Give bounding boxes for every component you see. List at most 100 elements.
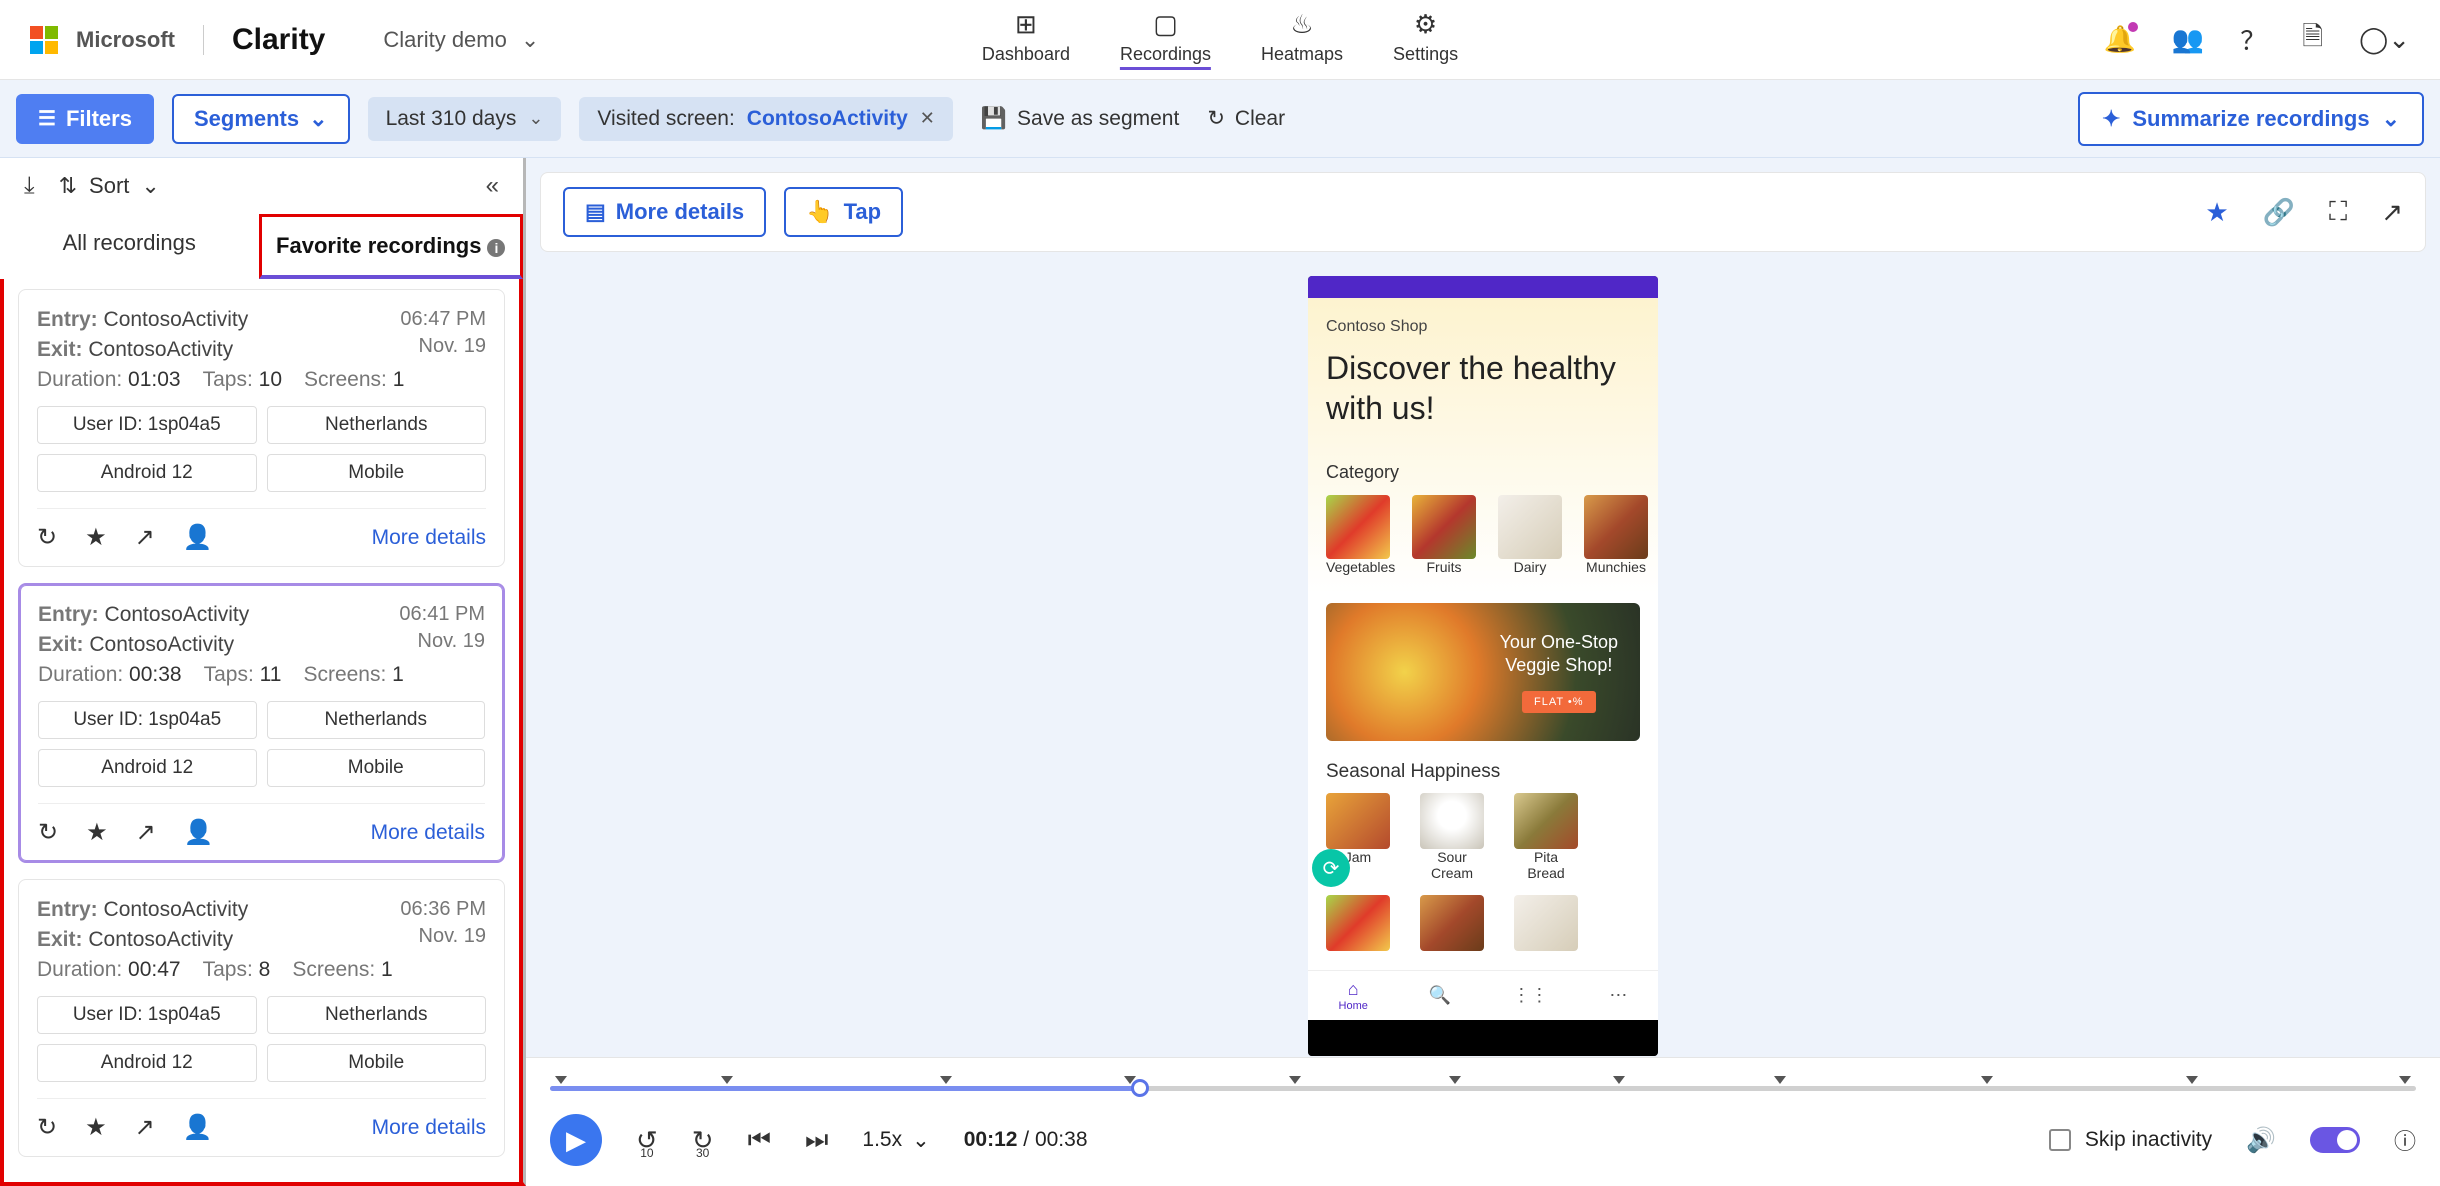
document-icon[interactable]: 🗎 [2302, 18, 2323, 62]
refresh-fab-icon: ⟳ [1312, 849, 1350, 887]
speed-selector[interactable]: 1.5x ⌄ [862, 1128, 929, 1153]
header-nav: ⊞ Dashboard ▢ Recordings ♨ Heatmaps ⚙ Se… [982, 9, 1458, 70]
previous-button[interactable]: ⏮ [748, 1124, 771, 1156]
nav-heatmaps-label: Heatmaps [1261, 44, 1343, 65]
more-details-link[interactable]: More details [372, 526, 486, 550]
tag-chip[interactable]: User ID: 1sp04a5 [37, 406, 257, 444]
nav-recordings[interactable]: ▢ Recordings [1120, 9, 1211, 70]
save-icon: 💾 [981, 107, 1007, 131]
tab-favorite-recordings[interactable]: Favorite recordingsi [259, 214, 524, 279]
timeline-marker [940, 1076, 952, 1084]
toggle-switch[interactable] [2310, 1127, 2360, 1153]
filters-button[interactable]: ☰ Filters [16, 94, 154, 144]
checkbox-icon[interactable] [2049, 1129, 2071, 1151]
star-icon[interactable]: ★ [86, 818, 108, 847]
rewind-button[interactable]: ↺10 [636, 1125, 658, 1156]
save-segment-button[interactable]: 💾 Save as segment [981, 107, 1179, 131]
help-icon[interactable]: ？ [2240, 21, 2266, 58]
timeline-knob[interactable] [1131, 1079, 1149, 1097]
recording-card[interactable]: Entry: ContosoActivity Exit: ContosoActi… [18, 879, 505, 1157]
product-image [1326, 793, 1390, 849]
header-left: Microsoft Clarity Clarity demo ⌄ [30, 23, 539, 57]
stats-line: Duration: 00:38 Taps: 11 Screens: 1 [38, 663, 485, 687]
more-details-link[interactable]: More details [371, 821, 485, 845]
tag-chip[interactable]: Android 12 [37, 1044, 257, 1082]
tap-button[interactable]: 👆 Tap [784, 187, 903, 237]
segments-button[interactable]: Segments ⌄ [172, 94, 350, 144]
people-icon[interactable]: 👥 [2172, 24, 2204, 55]
tab-all-recordings[interactable]: All recordings [0, 214, 259, 279]
share-icon[interactable]: ↗ [135, 1113, 155, 1142]
tag-chip[interactable]: User ID: 1sp04a5 [37, 996, 257, 1034]
timeline-marker [2399, 1076, 2411, 1084]
more-details-button[interactable]: ▤ More details [563, 187, 766, 237]
sort-button[interactable]: ⇅ Sort ⌄ [59, 173, 160, 199]
tag-chip[interactable]: Mobile [267, 454, 487, 492]
recording-card[interactable]: Entry: ContosoActivity Exit: ContosoActi… [18, 289, 505, 567]
tag-chip[interactable]: Android 12 [38, 749, 257, 787]
tag-chip[interactable]: Android 12 [37, 454, 257, 492]
timeline-marker [1774, 1076, 1786, 1084]
more-details-link[interactable]: More details [372, 1116, 486, 1140]
recording-card[interactable]: Entry: ContosoActivity Exit: ContosoActi… [18, 583, 505, 863]
link-icon[interactable]: 🔗 [2263, 197, 2295, 228]
skip-inactivity-control[interactable]: Skip inactivity [2049, 1128, 2212, 1152]
tag-chip[interactable]: Netherlands [267, 996, 487, 1034]
star-icon[interactable]: ★ [85, 523, 107, 552]
filters-label: Filters [66, 106, 132, 132]
nav-dashboard[interactable]: ⊞ Dashboard [982, 9, 1070, 70]
timestamp: 06:41 PMNov. 19 [399, 603, 485, 657]
recordings-list[interactable]: Entry: ContosoActivity Exit: ContosoActi… [0, 279, 523, 1182]
timeline[interactable] [550, 1072, 2416, 1102]
volume-icon[interactable]: 🔊 [2246, 1126, 2276, 1155]
user-icon[interactable]: 👤 [183, 1113, 213, 1142]
user-icon[interactable]: 👤 [184, 818, 214, 847]
nav-settings[interactable]: ⚙ Settings [1393, 9, 1458, 70]
seasonal-title: Seasonal Happiness [1326, 761, 1640, 783]
visited-screen-chip[interactable]: Visited screen: ContosoActivity ✕ [579, 97, 952, 141]
collapse-sidebar-icon[interactable]: « [486, 172, 499, 200]
banner-cta: FLAT •% [1522, 691, 1596, 713]
fire-icon: ♨ [1290, 9, 1313, 40]
share-icon[interactable]: ↗ [135, 523, 155, 552]
replay-icon[interactable]: ↻ [37, 1113, 57, 1142]
forward-button[interactable]: ↻30 [692, 1125, 714, 1156]
timeline-marker [555, 1076, 567, 1084]
category-item: Munchies [1584, 495, 1648, 575]
tag-chip[interactable]: User ID: 1sp04a5 [38, 701, 257, 739]
product-row-2 [1326, 895, 1640, 951]
star-icon[interactable]: ★ [2205, 197, 2228, 228]
account-icon[interactable]: ◯⌄ [2359, 24, 2410, 55]
main-panel: ▤ More details 👆 Tap ★ 🔗 ⛶ ↗ [526, 158, 2440, 1186]
entry-line: Entry: ContosoActivity [37, 898, 248, 922]
project-selector[interactable]: Clarity demo ⌄ [383, 27, 539, 53]
exit-line: Exit: ContosoActivity [37, 928, 248, 952]
next-button[interactable]: ⏭ [805, 1124, 828, 1156]
share-icon[interactable]: ↗ [136, 818, 156, 847]
tag-chip[interactable]: Mobile [267, 1044, 487, 1082]
replay-icon[interactable]: ↻ [37, 523, 57, 552]
tag-chip[interactable]: Netherlands [267, 701, 486, 739]
info-icon[interactable]: ⓘ [2394, 1124, 2416, 1156]
category-item: Dairy [1498, 495, 1562, 575]
expand-icon[interactable]: ⛶ [2329, 196, 2347, 228]
category-label: Vegetables [1326, 559, 1390, 575]
play-button[interactable]: ▶ [550, 1114, 602, 1166]
bell-icon[interactable]: 🔔 [2103, 24, 2135, 55]
share-icon[interactable]: ↗ [2381, 197, 2403, 228]
tab-favorite-label: Favorite recordings [276, 233, 481, 258]
close-icon[interactable]: ✕ [920, 108, 935, 129]
category-image [1326, 495, 1390, 559]
download-icon[interactable]: ⤓ [24, 172, 35, 200]
user-icon[interactable]: 👤 [183, 523, 213, 552]
clear-button[interactable]: ↻ Clear [1207, 106, 1285, 131]
date-range-chip[interactable]: Last 310 days ⌄ [368, 97, 562, 141]
nav-recordings-label: Recordings [1120, 44, 1211, 65]
nav-heatmaps[interactable]: ♨ Heatmaps [1261, 9, 1343, 70]
recording-toolbar: ▤ More details 👆 Tap ★ 🔗 ⛶ ↗ [540, 172, 2426, 252]
replay-icon[interactable]: ↻ [38, 818, 58, 847]
tag-chip[interactable]: Netherlands [267, 406, 487, 444]
tag-chip[interactable]: Mobile [267, 749, 486, 787]
summarize-recordings-button[interactable]: ✦ Summarize recordings ⌄ [2078, 92, 2424, 146]
star-icon[interactable]: ★ [85, 1113, 107, 1142]
